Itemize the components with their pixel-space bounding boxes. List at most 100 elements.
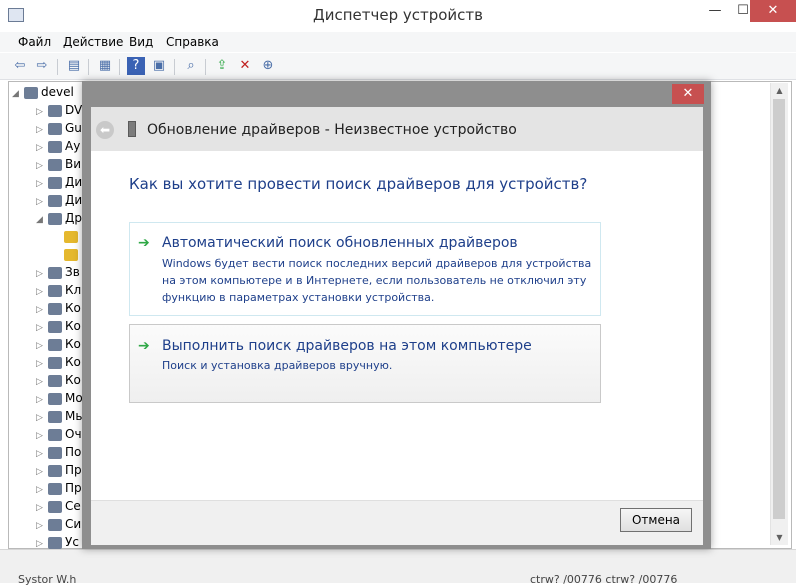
dialog-back-button[interactable]: ⬅ <box>96 121 114 139</box>
tree-item[interactable]: ▷ Ди <box>36 175 82 193</box>
help-icon[interactable]: ? <box>127 57 145 75</box>
toolbar-separator <box>119 59 120 75</box>
expand-arrow-icon[interactable]: ▷ <box>36 161 46 171</box>
expand-arrow-icon[interactable]: ▷ <box>36 341 46 351</box>
tree-item[interactable]: ◢ Др <box>36 211 82 229</box>
device-category-icon <box>48 518 62 531</box>
collapse-arrow-icon[interactable]: ◢ <box>12 89 22 99</box>
tree-item[interactable]: ▷ Си <box>36 517 81 535</box>
tree-item[interactable]: ▷ Зв <box>36 265 80 283</box>
dialog-title: Обновление драйверов - Неизвестное устро… <box>147 122 517 138</box>
tree-item[interactable]: ▷ Мь <box>36 409 82 427</box>
uninstall-icon[interactable]: ✕ <box>236 57 254 75</box>
expand-arrow-icon[interactable]: ▷ <box>36 269 46 279</box>
expand-arrow-icon[interactable]: ▷ <box>36 179 46 189</box>
forward-icon[interactable]: ⇨ <box>33 57 51 75</box>
close-button[interactable]: ✕ <box>750 0 796 22</box>
expand-arrow-icon[interactable]: ▷ <box>36 197 46 207</box>
tree-item-label: Кл <box>65 283 82 297</box>
tree-item-label: Ко <box>65 319 81 333</box>
dialog-footer <box>91 500 703 545</box>
tree-item[interactable] <box>52 229 81 247</box>
tree-item-label: Ус <box>65 535 79 549</box>
tree-item[interactable]: ▷ Ди <box>36 193 82 211</box>
expand-arrow-icon[interactable]: ▷ <box>36 305 46 315</box>
tree-item[interactable]: ▷ Пр <box>36 463 82 481</box>
tree-item-label: Ди <box>65 193 83 207</box>
tree-item-label: Ко <box>65 337 81 351</box>
warning-device-icon <box>64 230 78 243</box>
update-driver-icon[interactable]: ⇪ <box>213 57 231 75</box>
scroll-up-icon[interactable]: ▲ <box>771 83 788 98</box>
device-category-icon <box>48 464 62 477</box>
warning-device-icon <box>64 248 78 261</box>
expand-arrow-icon[interactable]: ▷ <box>36 503 46 513</box>
expand-arrow-icon[interactable]: ▷ <box>36 143 46 153</box>
tree-item-label: Ко <box>65 373 81 387</box>
view-icon[interactable]: ▣ <box>150 57 168 75</box>
tree-item[interactable]: ▷ Се <box>36 499 81 517</box>
scrollbar-thumb[interactable] <box>773 99 785 519</box>
tree-item[interactable]: ▷ Ко <box>36 319 81 337</box>
menu-action[interactable]: Действие <box>63 35 123 49</box>
tree-item[interactable]: ▷ Оч <box>36 427 82 445</box>
menu-help[interactable]: Справка <box>166 35 219 49</box>
expand-arrow-icon[interactable]: ▷ <box>36 413 46 423</box>
tree-item[interactable]: ▷ Ко <box>36 373 81 391</box>
tree-item-label: Мь <box>65 409 83 423</box>
window-title: Диспетчер устройств <box>312 6 483 24</box>
device-category-icon <box>48 104 62 117</box>
tree-root[interactable]: ◢ devel <box>12 85 74 103</box>
tree-item-label: Ко <box>65 355 81 369</box>
tree-item[interactable]: ▷ Пр <box>36 481 82 499</box>
tree-item[interactable]: ▷ Кл <box>36 283 81 301</box>
expand-arrow-icon[interactable]: ▷ <box>36 521 46 531</box>
expand-arrow-icon[interactable]: ▷ <box>36 431 46 441</box>
tree-item-label: По <box>65 445 82 459</box>
tree-item[interactable]: ▷ Ко <box>36 355 81 373</box>
tree-item[interactable]: ▷ Gu <box>36 121 82 139</box>
expand-arrow-icon[interactable]: ◢ <box>36 215 46 225</box>
tree-item[interactable]: ▷ По <box>36 445 81 463</box>
green-arrow-icon: ➔ <box>138 338 150 354</box>
tree-item[interactable]: ▷ Ко <box>36 337 81 355</box>
menu-file[interactable]: Файл <box>18 35 51 49</box>
details-icon[interactable]: ▦ <box>96 57 114 75</box>
expand-arrow-icon[interactable]: ▷ <box>36 125 46 135</box>
auto-search-description: Windows будет вести поиск последних верс… <box>162 257 592 304</box>
expand-arrow-icon[interactable]: ▷ <box>36 485 46 495</box>
device-category-icon <box>48 428 62 441</box>
scan-icon[interactable]: ⌕ <box>182 57 200 75</box>
expand-arrow-icon[interactable]: ▷ <box>36 359 46 369</box>
dialog-close-button[interactable]: ✕ <box>672 84 704 104</box>
tree-item-label: Пр <box>65 481 82 495</box>
unknown-device-icon <box>128 121 136 137</box>
device-category-icon <box>48 446 62 459</box>
tree-item[interactable]: ▷ Мо <box>36 391 83 409</box>
scroll-down-icon[interactable]: ▼ <box>771 530 788 545</box>
tree-item[interactable] <box>52 247 81 265</box>
expand-arrow-icon[interactable]: ▷ <box>36 377 46 387</box>
tree-item[interactable]: ▷ DV <box>36 103 82 121</box>
device-category-icon <box>48 392 62 405</box>
device-category-icon <box>48 356 62 369</box>
back-icon[interactable]: ⇦ <box>11 57 29 75</box>
tree-item[interactable]: ▷ Ау <box>36 139 80 157</box>
expand-arrow-icon[interactable]: ▷ <box>36 539 46 549</box>
cancel-button[interactable]: Отмена <box>620 508 692 532</box>
tree-item[interactable]: ▷ Ви <box>36 157 81 175</box>
add-device-icon[interactable]: ⊕ <box>259 57 277 75</box>
device-category-icon <box>48 374 62 387</box>
minimize-button[interactable]: — <box>700 0 730 22</box>
device-category-icon <box>48 212 62 225</box>
expand-arrow-icon[interactable]: ▷ <box>36 107 46 117</box>
expand-arrow-icon[interactable]: ▷ <box>36 323 46 333</box>
expand-arrow-icon[interactable]: ▷ <box>36 449 46 459</box>
expand-arrow-icon[interactable]: ▷ <box>36 395 46 405</box>
expand-arrow-icon[interactable]: ▷ <box>36 287 46 297</box>
expand-arrow-icon[interactable]: ▷ <box>36 467 46 477</box>
menu-view[interactable]: Вид <box>129 35 153 49</box>
tree-item[interactable]: ▷ Ко <box>36 301 81 319</box>
properties-icon[interactable]: ▤ <box>65 57 83 75</box>
tree-scrollbar[interactable]: ▲ ▼ <box>770 83 788 545</box>
